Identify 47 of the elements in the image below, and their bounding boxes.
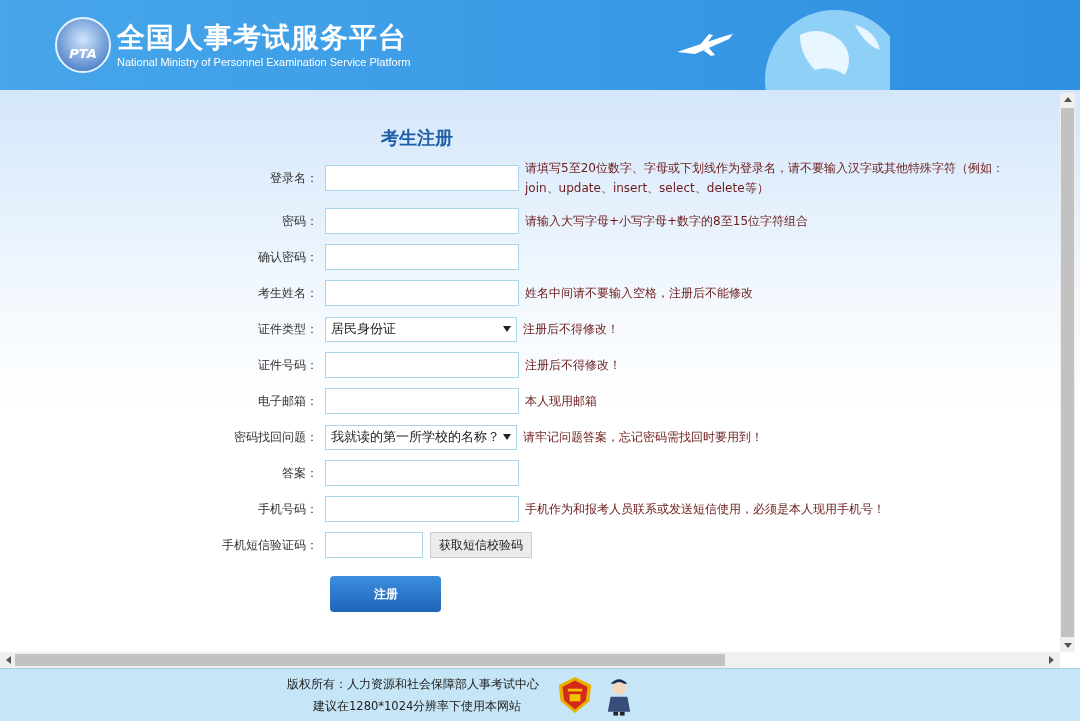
scroll-down-arrow-icon[interactable] (1063, 643, 1072, 648)
field-hint: 请牢记问题答案，忘记密码需找回时要用到！ (523, 429, 763, 446)
site-title: 全国人事考试服务平台 (117, 22, 408, 54)
field-label: 密码找回问题： (233, 428, 318, 446)
field-label: 证件号码： (257, 356, 318, 374)
dropdown[interactable]: 我就读的第一所学校的名称？ (325, 424, 517, 450)
text-field[interactable] (325, 388, 519, 414)
field-label: 答案： (281, 464, 318, 482)
field-label: 电子邮箱： (257, 392, 318, 410)
field-label: 密码： (281, 212, 318, 230)
field-label: 证件类型： (257, 320, 318, 338)
vertical-scrollbar[interactable] (1060, 93, 1075, 652)
scroll-up-arrow-icon[interactable] (1063, 97, 1072, 102)
text-field[interactable] (325, 208, 519, 234)
field-label: 确认密码： (257, 248, 318, 266)
field-hint: 请填写5至20位数字、字母或下划线作为登录名，请不要输入汉字或其他特殊字符（例如：join、update、insert、select、delete等） (525, 160, 1005, 197)
get-code-button[interactable]: 获取短信校验码 (430, 532, 532, 558)
field-hint: 注册后不得修改！ (525, 357, 621, 374)
field-hint: 本人现用邮箱 (525, 393, 597, 410)
copyright-text: 版权所有：人力资源和社会保障部人事考试中心 (287, 676, 539, 693)
register-button[interactable]: 注册 (330, 576, 441, 612)
field-hint: 请输入大写字母+小写字母+数字的8至15位字符组合 (525, 213, 808, 230)
text-field[interactable] (325, 165, 519, 191)
field-hint: 注册后不得修改！ (523, 321, 619, 338)
dropdown-caret-icon (503, 434, 511, 440)
scroll-left-arrow-icon[interactable] (6, 656, 11, 664)
text-field[interactable] (325, 280, 519, 306)
emblem-icon (557, 675, 593, 715)
text-field[interactable] (325, 244, 519, 270)
text-field[interactable] (325, 532, 423, 558)
field-label: 考生姓名： (257, 284, 318, 302)
logo-emblem: PTA (55, 17, 111, 73)
form-title: 考生注册 (381, 126, 454, 150)
field-label: 手机短信验证码： (221, 536, 318, 554)
scroll-right-arrow-icon[interactable] (1049, 656, 1054, 664)
field-label: 登录名： (269, 169, 318, 187)
site-subtitle: National Ministry of Personnel Examination Service Platform (117, 56, 411, 68)
dropdown-caret-icon (503, 326, 511, 332)
dropdown[interactable]: 居民身份证 (325, 316, 517, 342)
text-field[interactable] (325, 496, 519, 522)
field-hint: 姓名中间请不要输入空格，注册后不能修改 (525, 285, 753, 302)
text-field[interactable] (325, 352, 519, 378)
resolution-note: 建议在1280*1024分辨率下使用本网站 (312, 698, 523, 715)
field-label: 手机号码： (257, 500, 318, 518)
horizontal-scrollbar[interactable] (0, 652, 1060, 668)
field-hint: 手机作为和报考人员联系或发送短信使用，必须是本人现用手机号！ (525, 501, 885, 518)
text-field[interactable] (325, 460, 519, 486)
